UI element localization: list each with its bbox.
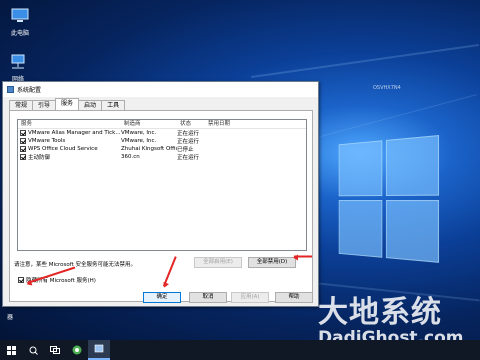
desktop-icon-label: 此电脑 xyxy=(10,30,29,37)
tab-startup[interactable]: 启动 xyxy=(78,100,103,110)
tab-strip: 常规 引导 服务 启动 工具 xyxy=(9,98,126,110)
msconfig-icon xyxy=(7,86,14,93)
service-row[interactable]: WPS Office Cloud Service Zhuhai Kingsoft… xyxy=(18,145,306,153)
watermark-cn: 大地系统 xyxy=(318,295,442,330)
network-icon xyxy=(11,54,25,69)
column-header-date-disabled[interactable]: 禁用日期 xyxy=(205,120,245,128)
service-checkbox[interactable] xyxy=(20,146,26,152)
column-header-status[interactable]: 状态 xyxy=(177,120,205,128)
service-manufacturer: VMware, Inc. xyxy=(121,130,157,136)
task-view-button[interactable] xyxy=(44,340,66,360)
desktop-icon-network[interactable]: 网络 xyxy=(0,54,38,83)
computer-icon xyxy=(11,8,29,22)
service-row[interactable]: 主动防御 360.cn 正在运行 xyxy=(18,153,306,161)
enable-all-button[interactable]: 全部启用(E) xyxy=(194,257,242,268)
service-status: 正在运行 xyxy=(177,155,200,161)
service-checkbox[interactable] xyxy=(20,138,26,144)
service-status: 正在运行 xyxy=(177,139,200,145)
360-browser-icon xyxy=(72,345,82,355)
taskbar-app-360[interactable] xyxy=(66,340,88,360)
service-name: 主动防御 xyxy=(28,155,51,161)
service-checkbox[interactable] xyxy=(20,130,26,136)
service-manufacturer: VMware, Inc. xyxy=(121,138,157,144)
taskbar-app-msconfig[interactable] xyxy=(88,340,110,360)
column-header-service[interactable]: 服务 xyxy=(18,120,121,128)
service-name: WPS Office Cloud Service xyxy=(28,146,98,152)
tab-boot[interactable]: 引导 xyxy=(32,100,57,110)
service-name: VMware Alias Manager and Tick... xyxy=(28,130,121,136)
services-list[interactable]: 服务 制造商 状态 禁用日期 VMware Alias Manager and … xyxy=(17,119,307,251)
disable-all-button[interactable]: 全部禁用(D) xyxy=(248,257,296,268)
service-row[interactable]: VMware Alias Manager and Tick... VMware,… xyxy=(18,129,306,137)
service-checkbox[interactable] xyxy=(20,154,26,160)
system-config-dialog: 系统配置 常规 引导 服务 启动 工具 服务 制造商 状态 禁用日期 VMwar… xyxy=(2,81,319,307)
search-button[interactable] xyxy=(22,340,44,360)
windows-logo-wallpaper xyxy=(338,134,440,265)
ok-button[interactable]: 确定 xyxy=(143,292,181,303)
desktop-icon-this-pc[interactable]: 此电脑 xyxy=(0,8,40,37)
tab-services[interactable]: 服务 xyxy=(55,98,80,110)
dialog-title: 系统配置 xyxy=(17,87,42,94)
tab-general[interactable]: 常规 xyxy=(9,100,34,110)
service-name: VMware Tools xyxy=(28,138,66,144)
windows-start-icon xyxy=(6,345,16,355)
task-view-icon xyxy=(50,346,60,354)
search-icon xyxy=(29,346,38,355)
hide-ms-checkbox[interactable] xyxy=(18,277,24,283)
list-header: 服务 制造商 状态 禁用日期 xyxy=(18,120,306,129)
service-manufacturer: 360.cn xyxy=(121,154,140,160)
column-header-manufacturer[interactable]: 制造商 xyxy=(121,120,177,128)
taskbar xyxy=(0,340,480,360)
msconfig-icon xyxy=(94,344,104,353)
edge-text: OSVHX7N4 xyxy=(373,85,401,91)
tab-tools[interactable]: 工具 xyxy=(101,100,126,110)
apply-button[interactable]: 应用(A) xyxy=(231,292,269,303)
start-button[interactable] xyxy=(0,340,22,360)
annotation-arrow xyxy=(294,256,312,258)
ms-services-note: 请注意，某些 Microsoft 安全服务可能无法禁用。 xyxy=(14,262,137,268)
service-manufacturer: Zhuhai Kingsoft Office Soft... xyxy=(121,146,177,152)
left-edge-label: 器 xyxy=(7,314,14,321)
service-status: 已停止 xyxy=(177,147,194,153)
service-row[interactable]: VMware Tools VMware, Inc. 正在运行 xyxy=(18,137,306,145)
dialog-titlebar[interactable]: 系统配置 xyxy=(3,82,318,97)
cancel-button[interactable]: 取消 xyxy=(189,292,227,303)
help-button[interactable]: 帮助 xyxy=(275,292,313,303)
service-status: 正在运行 xyxy=(177,131,200,137)
